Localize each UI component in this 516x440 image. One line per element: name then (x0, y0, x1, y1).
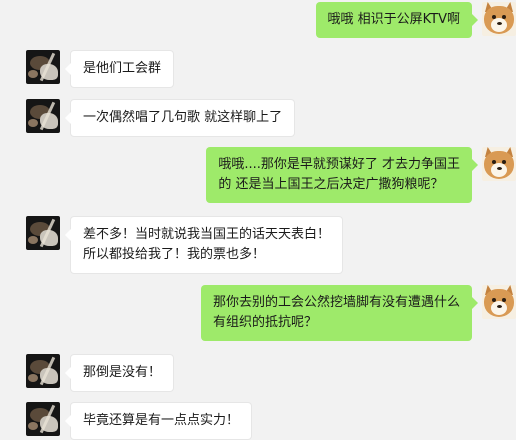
message-bubble[interactable]: 差不多！当时就说我当国王的话天天表白！ 所以都投给我了！我的票也多！ (64, 216, 344, 274)
dark-cat-avatar[interactable] (26, 216, 60, 250)
message-text: 是他们工会群 (83, 61, 162, 76)
message-outgoing: 那你去别的工会公然挖墙脚有没有遭遇什么 有组织的抵抗呢？ (200, 285, 516, 341)
message-text: 有组织的抵抗呢？ (212, 315, 317, 330)
message-text: 那倒是没有！ (83, 365, 162, 380)
message-text: 一次偶然唱了几句歌 就这样聊上了 (83, 110, 283, 125)
message-outgoing: 哦哦....那你是早就预谋好了 才去力争国王 的 还是当上国王之后决定广撒狗粮呢… (206, 147, 516, 203)
message-incoming: 差不多！当时就说我当国王的话天天表白！ 所以都投给我了！我的票也多！ (26, 216, 344, 274)
message-text: 的 还是当上国王之后决定广撒狗粮呢？ (218, 177, 444, 192)
message-text: 差不多！当时就说我当国王的话天天表白！ (83, 227, 331, 242)
message-incoming: 是他们工会群 (26, 50, 175, 88)
message-incoming: 一次偶然唱了几句歌 就这样聊上了 (26, 99, 296, 137)
dark-cat-avatar[interactable] (26, 354, 60, 388)
message-outgoing: 哦哦 相识于公屏KTV啊 (315, 2, 516, 38)
message-text: 所以都投给我了！我的票也多！ (83, 247, 266, 262)
message-bubble[interactable]: 那倒是没有！ (64, 354, 175, 392)
shiba-avatar[interactable] (482, 147, 516, 181)
message-text: 哦哦 相识于公屏KTV啊 (327, 12, 460, 27)
dark-cat-avatar[interactable] (26, 402, 60, 436)
message-incoming: 毕竟还算是有一点点实力！ (26, 402, 253, 440)
message-incoming: 那倒是没有！ (26, 354, 175, 392)
shiba-avatar[interactable] (482, 285, 516, 319)
chat-window: 哦哦 相识于公屏KTV啊 是他们工会群 一次偶然唱了几句歌 就这样聊上了 哦哦.… (0, 0, 516, 440)
message-bubble[interactable]: 毕竟还算是有一点点实力！ (64, 402, 253, 440)
message-bubble[interactable]: 哦哦....那你是早就预谋好了 才去力争国王 的 还是当上国王之后决定广撒狗粮呢… (206, 147, 478, 203)
message-bubble[interactable]: 是他们工会群 (64, 50, 175, 88)
message-text: 那你去别的工会公然挖墙脚有没有遭遇什么 (212, 295, 460, 310)
message-bubble[interactable]: 一次偶然唱了几句歌 就这样聊上了 (64, 99, 296, 137)
message-text: 毕竟还算是有一点点实力！ (83, 413, 240, 428)
shiba-avatar[interactable] (482, 2, 516, 36)
message-bubble[interactable]: 那你去别的工会公然挖墙脚有没有遭遇什么 有组织的抵抗呢？ (200, 285, 479, 341)
dark-cat-avatar[interactable] (26, 99, 60, 133)
dark-cat-avatar[interactable] (26, 50, 60, 84)
message-bubble[interactable]: 哦哦 相识于公屏KTV啊 (315, 2, 479, 38)
message-text: 哦哦....那你是早就预谋好了 才去力争国王 (218, 157, 460, 172)
